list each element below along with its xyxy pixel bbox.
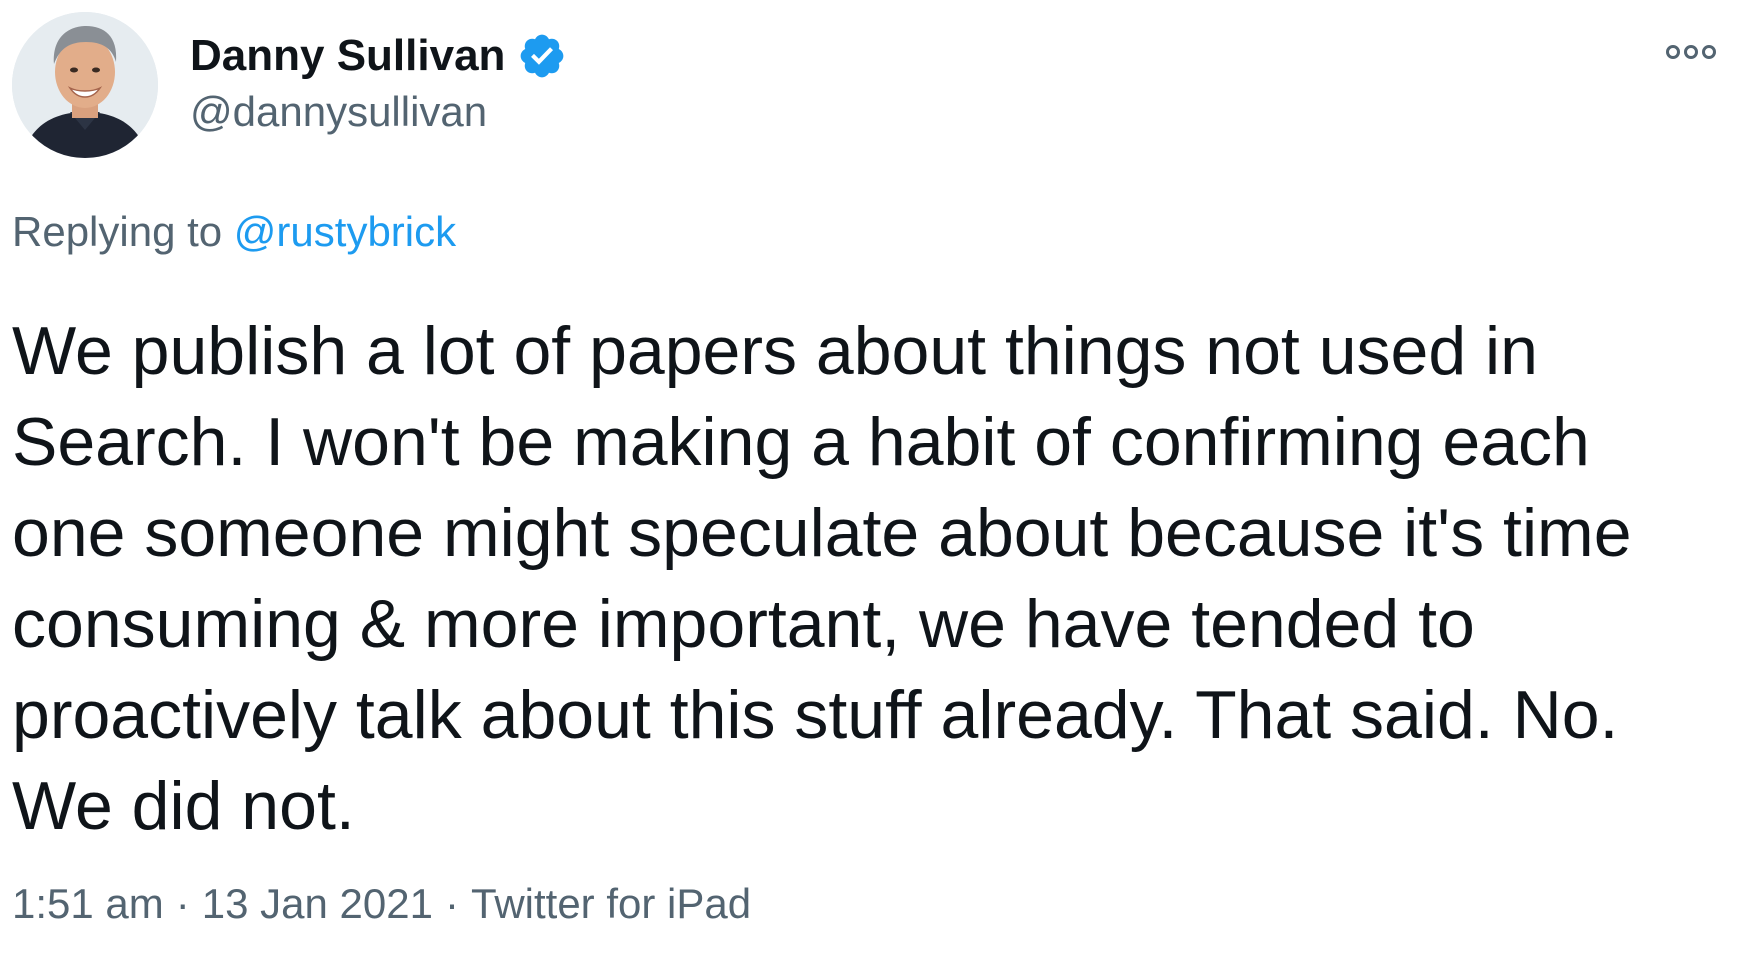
meta-separator: ·: [444, 880, 459, 927]
author-name-row: Danny Sullivan: [190, 28, 567, 84]
tweet-meta: 1:51 am · 13 Jan 2021 · Twitter for iPad: [12, 880, 751, 928]
author-handle[interactable]: @dannysullivan: [190, 88, 487, 136]
verified-badge-icon: [517, 31, 567, 81]
tweet-text-line: consuming & more important, we have tend…: [12, 586, 1475, 662]
meta-separator: ·: [175, 880, 190, 927]
tweet-text-line: We publish a lot of papers about things …: [12, 313, 1538, 389]
tweet-text-line: Search. I won't be making a habit of con…: [12, 404, 1590, 480]
replying-to: Replying to @rustybrick: [12, 208, 456, 256]
replying-to-label: Replying to: [12, 208, 223, 255]
tweet-date[interactable]: 13 Jan 2021: [202, 880, 433, 927]
tweet-text: We publish a lot of papers about things …: [12, 306, 1712, 852]
more-options-icon: [1666, 45, 1716, 59]
more-options-button[interactable]: [1663, 34, 1719, 70]
tweet-source[interactable]: Twitter for iPad: [471, 880, 751, 927]
reply-mention-link[interactable]: @rustybrick: [234, 208, 456, 255]
tweet-card: Danny Sullivan @dannysullivan Replying t…: [0, 0, 1737, 958]
avatar-image: [12, 12, 158, 158]
author-display-name[interactable]: Danny Sullivan: [190, 31, 505, 81]
tweet-time[interactable]: 1:51 am: [12, 880, 164, 927]
tweet-text-line: We did not.: [12, 768, 355, 844]
tweet-text-line: one someone might speculate about becaus…: [12, 495, 1632, 571]
avatar[interactable]: [12, 12, 158, 158]
tweet-text-line: proactively talk about this stuff alread…: [12, 677, 1619, 753]
